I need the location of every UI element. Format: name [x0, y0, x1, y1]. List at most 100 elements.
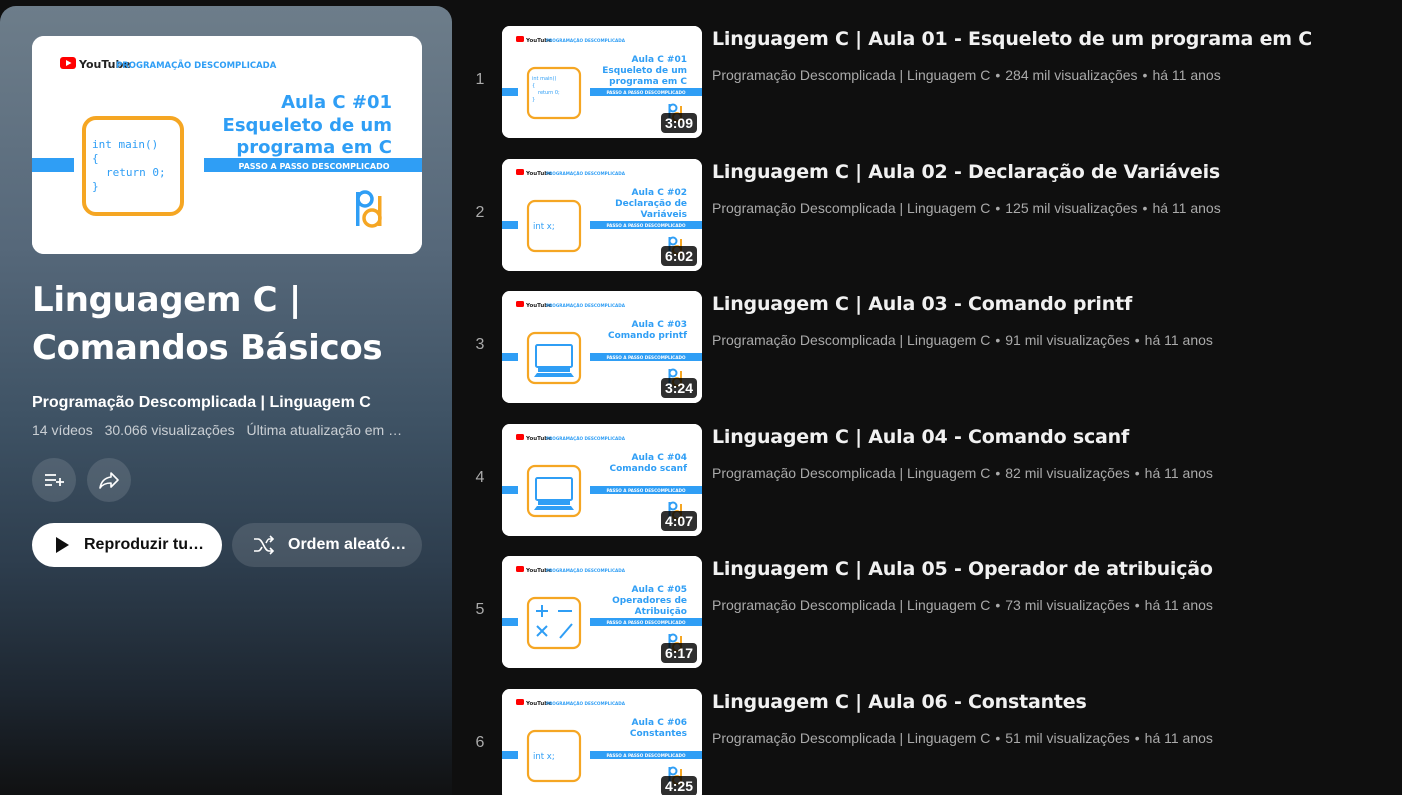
svg-text:PASSO A PASSO DESCOMPLICADO: PASSO A PASSO DESCOMPLICADO [606, 753, 686, 758]
shuffle-icon [254, 535, 275, 555]
playlist-channel-link[interactable]: Programação Descomplicada | Linguagem C [32, 394, 371, 412]
playlist-thumbnail-art: YouTube PROGRAMAÇÃO DESCOMPLICADA PASSO … [32, 36, 422, 254]
video-thumbnail[interactable]: YouTube PROGRAMAÇÃO DESCOMPLICADA PASSO … [502, 291, 702, 404]
svg-text:Comando scanf: Comando scanf [610, 464, 688, 474]
video-title[interactable]: Linguagem C | Aula 01 - Esqueleto de um … [712, 28, 1312, 50]
video-index: 5 [475, 601, 485, 619]
save-playlist-button[interactable] [32, 458, 76, 502]
video-title[interactable]: Linguagem C | Aula 05 - Operador de atri… [712, 558, 1213, 580]
svg-text:Aula C #04: Aula C #04 [632, 453, 687, 463]
shuffle-button[interactable]: Ordem aleató… [232, 523, 422, 567]
svg-text:PROGRAMAÇÃO DESCOMPLICADA: PROGRAMAÇÃO DESCOMPLICADA [116, 60, 277, 71]
video-title[interactable]: Linguagem C | Aula 02 - Declaração de Va… [712, 161, 1220, 183]
video-channel[interactable]: Programação Descomplicada | Linguagem C [712, 597, 990, 613]
play-all-label: Reproduzir tu… [84, 536, 204, 553]
video-meta: Programação Descomplicada | Linguagem C •… [712, 597, 1213, 614]
video-channel[interactable]: Programação Descomplicada | Linguagem C [712, 332, 990, 348]
svg-text:Aula C #05: Aula C #05 [632, 585, 687, 595]
video-views: 51 mil visualizações [1005, 729, 1130, 746]
video-title[interactable]: Linguagem C | Aula 04 - Comando scanf [712, 426, 1129, 448]
svg-text:PROGRAMAÇÃO DESCOMPLICADA: PROGRAMAÇÃO DESCOMPLICADA [546, 303, 626, 308]
svg-text:}: } [532, 97, 535, 103]
youtube-logo-icon [516, 36, 524, 42]
svg-text:programa em C: programa em C [236, 137, 392, 158]
video-channel[interactable]: Programação Descomplicada | Linguagem C [712, 465, 990, 481]
video-list-item[interactable]: 4 YouTube PROGRAMAÇÃO DESCOMPLICADA PASS… [462, 423, 1392, 557]
shuffle-label: Ordem aleató… [288, 536, 407, 553]
video-list-item[interactable]: 1 YouTube PROGRAMAÇÃO DESCOMPLICADA PASS… [462, 26, 1392, 159]
svg-text:PROGRAMAÇÃO DESCOMPLICADA: PROGRAMAÇÃO DESCOMPLICADA [546, 436, 626, 441]
video-list-item[interactable]: 2 YouTube PROGRAMAÇÃO DESCOMPLICADA PASS… [462, 158, 1392, 292]
youtube-logo-icon [516, 301, 524, 308]
svg-text:}: } [92, 180, 99, 193]
svg-text:int main(): int main() [532, 76, 557, 82]
video-views: 73 mil visualizações [1005, 597, 1130, 614]
video-title[interactable]: Linguagem C | Aula 06 - Constantes [712, 691, 1087, 713]
playlist-header-panel: YouTube PROGRAMAÇÃO DESCOMPLICADA PASSO … [0, 6, 452, 795]
svg-text:Esqueleto de um: Esqueleto de um [223, 115, 392, 136]
svg-text:Aula C #01: Aula C #01 [281, 92, 392, 113]
playlist-stats: 14 vídeos 30.066 visualizações Última at… [32, 422, 422, 438]
svg-text:PROGRAMAÇÃO DESCOMPLICADA: PROGRAMAÇÃO DESCOMPLICADA [546, 568, 626, 573]
play-all-button[interactable]: Reproduzir tu… [32, 523, 222, 567]
svg-text:Aula C #06: Aula C #06 [632, 718, 687, 728]
video-duration-badge: 6:02 [660, 245, 697, 266]
video-meta: Programação Descomplicada | Linguagem C •… [712, 729, 1213, 746]
video-list-item[interactable]: 5 YouTube PROGRAMAÇÃO DESCOMPLICADA PASS… [462, 556, 1392, 689]
video-age: há 11 anos [1152, 67, 1221, 83]
video-age: há 11 anos [1152, 199, 1221, 216]
playlist-views: 30.066 visualizações [104, 422, 235, 438]
video-list-item[interactable]: 6 YouTube PROGRAMAÇÃO DESCOMPLICADA PASS… [462, 688, 1392, 795]
video-duration-badge: 6:17 [660, 643, 697, 664]
svg-text:return 0;: return 0; [106, 166, 166, 179]
svg-text:PASSO A PASSO DESCOMPLICADO: PASSO A PASSO DESCOMPLICADO [606, 620, 686, 625]
video-index: 2 [475, 203, 485, 221]
last-updated: Última atualização em … [246, 422, 403, 438]
video-channel[interactable]: Programação Descomplicada | Linguagem C [712, 200, 990, 216]
video-age: há 11 anos [1144, 729, 1213, 746]
share-icon [99, 472, 119, 489]
video-views: 82 mil visualizações [1005, 464, 1130, 481]
video-channel[interactable]: Programação Descomplicada | Linguagem C [712, 730, 990, 746]
video-thumbnail[interactable]: YouTube PROGRAMAÇÃO DESCOMPLICADA PASSO … [502, 26, 702, 138]
video-views: 91 mil visualizações [1005, 332, 1130, 349]
variable-declaration-icon: int x; [533, 222, 555, 232]
svg-text:PASSO A PASSO DESCOMPLICADO: PASSO A PASSO DESCOMPLICADO [606, 355, 686, 360]
play-icon [56, 537, 69, 553]
youtube-logo-icon [516, 168, 524, 175]
video-index: 6 [475, 733, 485, 751]
video-thumbnail[interactable]: YouTube PROGRAMAÇÃO DESCOMPLICADA PASSO … [502, 688, 702, 795]
svg-text:Declaração de: Declaração de [615, 199, 687, 209]
svg-text:Aula C #03: Aula C #03 [632, 320, 687, 330]
video-duration-badge: 4:25 [660, 775, 697, 795]
video-views: 284 mil visualizações [1005, 67, 1138, 83]
svg-text:Constantes: Constantes [630, 729, 687, 739]
video-thumbnail[interactable]: YouTube PROGRAMAÇÃO DESCOMPLICADA PASSO … [502, 556, 702, 669]
svg-text:{: { [532, 83, 535, 89]
video-channel[interactable]: Programação Descomplicada | Linguagem C [712, 67, 990, 83]
svg-text:Esqueleto de um: Esqueleto de um [602, 66, 687, 76]
svg-text:Variáveis: Variáveis [640, 210, 687, 220]
video-count: 14 vídeos [32, 422, 93, 438]
playlist-thumbnail[interactable]: YouTube PROGRAMAÇÃO DESCOMPLICADA PASSO … [32, 36, 422, 254]
svg-text:PASSO A PASSO DESCOMPLICADO: PASSO A PASSO DESCOMPLICADO [238, 162, 389, 171]
svg-text:PROGRAMAÇÃO DESCOMPLICADA: PROGRAMAÇÃO DESCOMPLICADA [546, 701, 626, 706]
video-duration-badge: 3:09 [660, 113, 697, 133]
svg-text:PASSO A PASSO DESCOMPLICADO: PASSO A PASSO DESCOMPLICADO [606, 223, 686, 228]
video-thumbnail[interactable]: YouTube PROGRAMAÇÃO DESCOMPLICADA PASSO … [502, 158, 702, 271]
svg-text:int x;: int x; [533, 752, 555, 762]
playlist-add-icon [45, 474, 64, 486]
video-meta: Programação Descomplicada | Linguagem C •… [712, 332, 1213, 349]
video-thumbnail[interactable]: YouTube PROGRAMAÇÃO DESCOMPLICADA PASSO … [502, 423, 702, 536]
youtube-logo-icon [516, 698, 524, 705]
playlist-title: Linguagem C | Comandos Básicos [32, 280, 383, 368]
video-list-item[interactable]: 3 YouTube PROGRAMAÇÃO DESCOMPLICADA PASS… [462, 291, 1392, 424]
share-button[interactable] [87, 458, 131, 502]
svg-text:PROGRAMAÇÃO DESCOMPLICADA: PROGRAMAÇÃO DESCOMPLICADA [546, 38, 626, 43]
svg-text:return 0;: return 0; [538, 90, 560, 96]
svg-text:PASSO A PASSO DESCOMPLICADO: PASSO A PASSO DESCOMPLICADO [606, 90, 686, 95]
video-title[interactable]: Linguagem C | Aula 03 - Comando printf [712, 293, 1132, 315]
video-duration-badge: 4:07 [660, 510, 697, 531]
svg-text:PROGRAMAÇÃO DESCOMPLICADA: PROGRAMAÇÃO DESCOMPLICADA [546, 171, 626, 176]
svg-text:int x;: int x; [533, 222, 555, 232]
